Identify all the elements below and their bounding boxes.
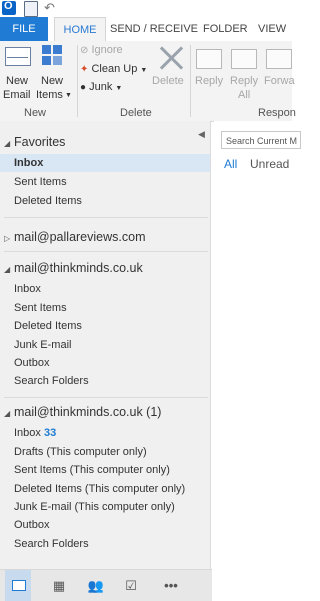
account-pallareviews-label: mail@pallareviews.com xyxy=(14,230,146,244)
folder-inbox[interactable]: Inbox xyxy=(14,283,41,295)
junk-label: Junk xyxy=(89,81,113,93)
reply-icon xyxy=(196,49,222,69)
folder-search-folders-2[interactable]: Search Folders xyxy=(14,538,89,550)
delete-icon xyxy=(158,45,184,71)
tasks-icon[interactable]: ☑ xyxy=(118,570,144,601)
expanded-triangle-icon: ◢ xyxy=(4,265,11,274)
folder-search-folders[interactable]: Search Folders xyxy=(14,375,89,387)
navigation-bar: ▦ 👥 ☑ ••• xyxy=(0,569,212,601)
delete-label: Delete xyxy=(152,75,184,87)
junk-button[interactable]: ● Junk ▼ xyxy=(80,81,122,95)
clean-up-dropdown-icon: ▼ xyxy=(140,67,148,74)
folder-drafts-local[interactable]: Drafts (This computer only) xyxy=(14,446,147,458)
new-items-label-2: Items xyxy=(36,89,63,101)
clean-up-icon: ✦ xyxy=(80,64,89,75)
mail-icon[interactable] xyxy=(5,570,31,601)
folder-deleted-items[interactable]: Deleted Items xyxy=(14,320,82,332)
group-label-delete: Delete xyxy=(120,107,152,119)
calendar-icon[interactable]: ▦ xyxy=(46,570,72,601)
junk-dropdown-icon: ▼ xyxy=(115,85,123,92)
folder-junk-email-local[interactable]: Junk E-mail (This computer only) xyxy=(14,501,175,513)
favorites-header[interactable]: ◢ Favorites xyxy=(4,135,65,149)
folder-junk-email[interactable]: Junk E-mail xyxy=(14,339,71,351)
ribbon-tabs: FILE HOME SEND / RECEIVE FOLDER VIEW xyxy=(0,17,292,42)
tab-view[interactable]: VIEW xyxy=(258,17,286,41)
account-pallareviews[interactable]: ▷ mail@pallareviews.com xyxy=(4,230,145,244)
search-input[interactable]: Search Current M xyxy=(221,131,301,149)
collapsed-triangle-icon: ▷ xyxy=(4,234,11,243)
junk-icon: ● xyxy=(80,82,87,93)
new-email-label-1: New xyxy=(6,75,29,87)
folder-deleted-items-local[interactable]: Deleted Items (This computer only) xyxy=(14,483,185,495)
tab-folder[interactable]: FOLDER xyxy=(203,17,248,41)
clean-up-button[interactable]: ✦ Clean Up ▼ xyxy=(80,63,147,77)
undo-icon[interactable]: ↶ xyxy=(44,1,58,15)
folder-pane: ◀ ◢ Favorites Inbox Sent Items Deleted It… xyxy=(0,121,211,569)
group-separator xyxy=(77,45,78,117)
divider xyxy=(4,251,208,252)
ribbon: New Email New Items ▼ New ⊘ Ignore ✦ Cle… xyxy=(0,41,296,122)
quick-access-toolbar: ↶ xyxy=(0,0,292,17)
new-email-label-2: Email xyxy=(3,89,31,101)
new-items-dropdown-icon: ▼ xyxy=(65,92,72,99)
ignore-label: Ignore xyxy=(91,44,123,56)
tab-send-receive[interactable]: SEND / RECEIVE xyxy=(110,17,198,41)
people-icon[interactable]: 👥 xyxy=(83,570,109,601)
group-label-respond: Respon xyxy=(258,107,296,119)
save-icon[interactable] xyxy=(24,1,38,17)
new-items-label-1: New xyxy=(41,75,64,87)
filter-all[interactable]: All xyxy=(224,157,237,171)
unread-count-badge: 33 xyxy=(43,427,57,439)
clean-up-label: Clean Up xyxy=(91,63,138,75)
ignore-button[interactable]: ⊘ Ignore xyxy=(80,44,123,57)
new-items-icon xyxy=(42,45,64,67)
ignore-icon: ⊘ xyxy=(80,45,89,56)
new-email-icon xyxy=(5,47,31,66)
account-thinkminds-1-label: mail@thinkminds.co.uk (1) xyxy=(14,405,162,419)
account-thinkminds-label: mail@thinkminds.co.uk xyxy=(14,261,143,275)
folder-inbox-2-label: Inbox xyxy=(14,427,41,439)
favorites-label: Favorites xyxy=(14,135,66,149)
folder-outbox[interactable]: Outbox xyxy=(14,357,49,369)
tab-file[interactable]: FILE xyxy=(0,17,48,41)
favorites-inbox[interactable]: Inbox xyxy=(14,157,43,169)
favorites-deleted-items[interactable]: Deleted Items xyxy=(14,195,82,207)
account-thinkminds[interactable]: ◢ mail@thinkminds.co.uk xyxy=(4,261,143,275)
more-options-icon[interactable]: ••• xyxy=(156,570,186,601)
favorites-sent-items[interactable]: Sent Items xyxy=(14,176,67,188)
filter-unread[interactable]: Unread xyxy=(250,157,289,171)
outlook-logo-icon[interactable] xyxy=(2,0,16,15)
group-label-new: New xyxy=(24,107,47,119)
folder-outbox-2[interactable]: Outbox xyxy=(14,519,49,531)
divider xyxy=(4,397,208,398)
divider xyxy=(4,217,208,218)
folder-sent-items[interactable]: Sent Items xyxy=(14,302,67,314)
tab-home[interactable]: HOME xyxy=(54,17,106,42)
expanded-triangle-icon: ◢ xyxy=(4,139,11,148)
account-thinkminds-1[interactable]: ◢ mail@thinkminds.co.uk (1) xyxy=(4,405,161,419)
message-list: Search Current M All Unread xyxy=(214,121,301,600)
expanded-triangle-icon: ◢ xyxy=(4,409,11,418)
folder-inbox-2[interactable]: Inbox 33 xyxy=(14,427,56,439)
folder-sent-items-local[interactable]: Sent Items (This computer only) xyxy=(14,464,170,476)
group-separator xyxy=(190,45,191,117)
reply-all-icon xyxy=(231,49,257,69)
reply-all-label-1: Reply xyxy=(230,75,259,87)
collapse-pane-icon[interactable]: ◀ xyxy=(198,129,205,140)
reply-all-label-2: All xyxy=(238,89,251,101)
forward-icon xyxy=(266,49,292,69)
reply-label: Reply xyxy=(195,75,224,87)
forward-label: Forwa xyxy=(264,75,295,87)
